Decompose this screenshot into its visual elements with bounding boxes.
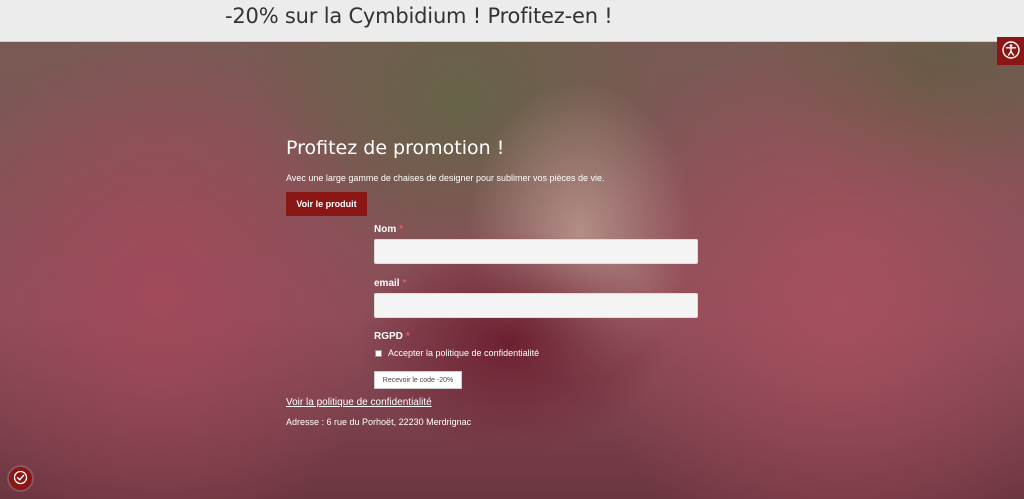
- required-marker: *: [402, 278, 407, 289]
- store-address: Adresse : 6 rue du Porhoët, 22230 Merdri…: [286, 417, 472, 427]
- required-marker: *: [399, 224, 404, 235]
- rgpd-label: RGPD *: [374, 331, 410, 342]
- accessibility-button[interactable]: [997, 37, 1024, 65]
- promo-banner: -20% sur la Cymbidium ! Profitez-en !: [0, 0, 1024, 42]
- accessibility-icon: [1001, 40, 1020, 62]
- hero-section: Profitez de promotion ! Avec une large g…: [0, 42, 1024, 499]
- name-label-text: Nom: [374, 224, 397, 235]
- promo-banner-text: -20% sur la Cymbidium ! Profitez-en !: [225, 4, 613, 28]
- consent-checkbox[interactable]: [375, 350, 382, 357]
- email-label-text: email: [374, 278, 400, 289]
- rgpd-label-text: RGPD: [374, 331, 403, 342]
- required-marker: *: [405, 331, 410, 342]
- email-label: email *: [374, 278, 406, 289]
- email-input[interactable]: [374, 293, 698, 318]
- get-code-button[interactable]: Recevoir le code -20%: [374, 371, 462, 389]
- hero-background-image: [0, 42, 1024, 499]
- cookie-consent-icon: [13, 470, 28, 488]
- promo-description: Avec une large gamme de chaises de desig…: [286, 173, 605, 183]
- name-label: Nom *: [374, 224, 403, 235]
- cookie-consent-button[interactable]: [9, 467, 32, 490]
- consent-label[interactable]: Accepter la politique de confidentialité: [388, 348, 539, 358]
- promo-title: Profitez de promotion !: [286, 137, 505, 159]
- name-input[interactable]: [374, 239, 698, 264]
- privacy-policy-link[interactable]: Voir la politique de confidentialité: [286, 397, 432, 408]
- view-product-button[interactable]: Voir le produit: [286, 192, 367, 216]
